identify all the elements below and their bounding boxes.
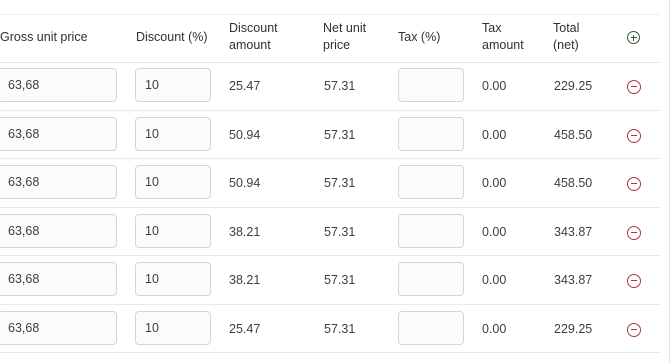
- tax-percent-input[interactable]: [398, 310, 464, 345]
- tax-amount-value: 0.00: [482, 79, 507, 93]
- header-discount-amount: Discount amount: [229, 20, 278, 54]
- gross-unit-price-input[interactable]: [0, 310, 117, 345]
- net-unit-price-value: 57.31: [324, 79, 356, 93]
- net-unit-price-value: 57.31: [324, 273, 356, 287]
- tax-amount-value: 0.00: [482, 224, 507, 239]
- header-tax-amount: Tax amount: [482, 20, 524, 54]
- discount-amount-value: 50.94: [229, 127, 261, 142]
- gross-unit-price-input[interactable]: [0, 116, 117, 151]
- discount-percent-input[interactable]: [135, 310, 211, 345]
- tax-amount-value: 0.00: [482, 127, 507, 142]
- header-discount-amount-line2: amount: [229, 38, 271, 52]
- gross-unit-price-input[interactable]: [0, 213, 117, 248]
- header-tax-amount-line1: Tax: [482, 21, 502, 35]
- line-items-table: Gross unit price Discount (%) Discount a…: [0, 0, 670, 363]
- net-unit-price-value: 57.31: [324, 176, 356, 190]
- table-row: 50.94 57.31 0.00 458.50: [0, 111, 660, 159]
- table-row: 38.21 57.31 0.00 343.87: [0, 256, 660, 305]
- gross-unit-price-input[interactable]: [0, 262, 117, 296]
- tax-percent-input[interactable]: [398, 68, 464, 102]
- tax-amount-value: 0.00: [482, 273, 507, 287]
- add-circle-icon[interactable]: [627, 31, 640, 44]
- remove-circle-icon[interactable]: [627, 80, 641, 94]
- total-net-value: 458.50: [554, 176, 593, 190]
- header-gross-unit-price: Gross unit price: [0, 30, 88, 44]
- net-unit-price-value: 57.31: [324, 224, 356, 239]
- header-net-unit-price: Net unit price: [323, 20, 366, 54]
- discount-amount-value: 38.21: [229, 273, 261, 287]
- header-discount-percent: Discount (%): [136, 30, 208, 44]
- header-total-net: Total (net): [553, 20, 579, 54]
- remove-circle-icon[interactable]: [627, 177, 641, 191]
- discount-percent-input[interactable]: [135, 165, 211, 199]
- remove-circle-icon[interactable]: [627, 128, 641, 143]
- table-row: 25.47 57.31 0.00 229.25: [0, 305, 660, 353]
- net-unit-price-value: 57.31: [324, 321, 356, 336]
- gross-unit-price-input[interactable]: [0, 165, 117, 199]
- header-net-unit-price-line1: Net unit: [323, 21, 367, 35]
- header-tax-percent: Tax (%): [398, 30, 441, 44]
- header-discount-amount-line1: Discount: [229, 21, 278, 35]
- total-net-value: 229.25: [554, 321, 593, 336]
- table-row: 38.21 57.31 0.00 343.87: [0, 208, 660, 256]
- table-header: Gross unit price Discount (%) Discount a…: [0, 15, 660, 63]
- tax-amount-value: 0.00: [482, 321, 507, 336]
- tax-percent-input[interactable]: [398, 262, 464, 296]
- total-net-value: 458.50: [554, 127, 593, 142]
- tax-percent-input[interactable]: [398, 165, 464, 199]
- discount-percent-input[interactable]: [135, 116, 211, 151]
- header-net-unit-price-line2: price: [323, 38, 351, 52]
- discount-percent-input[interactable]: [135, 262, 211, 296]
- total-net-value: 229.25: [554, 79, 593, 93]
- remove-circle-icon[interactable]: [627, 225, 641, 240]
- discount-amount-value: 50.94: [229, 176, 261, 190]
- tax-amount-value: 0.00: [482, 176, 507, 190]
- remove-circle-icon[interactable]: [627, 274, 641, 288]
- header-total-net-line2: (net): [553, 38, 579, 52]
- total-net-value: 343.87: [554, 273, 593, 287]
- table-body: 25.47 57.31 0.00 229.25 50.94 57.31 0.00…: [0, 62, 660, 353]
- discount-amount-value: 25.47: [229, 321, 261, 336]
- tax-percent-input[interactable]: [398, 116, 464, 151]
- header-total-net-line1: Total: [553, 21, 580, 35]
- discount-percent-input[interactable]: [135, 68, 211, 102]
- table-row: 50.94 57.31 0.00 458.50: [0, 159, 660, 208]
- net-unit-price-value: 57.31: [324, 127, 356, 142]
- discount-amount-value: 25.47: [229, 79, 261, 93]
- discount-percent-input[interactable]: [135, 213, 211, 248]
- remove-circle-icon[interactable]: [627, 322, 641, 337]
- header-tax-amount-line2: amount: [482, 38, 524, 52]
- discount-amount-value: 38.21: [229, 224, 261, 239]
- tax-percent-input[interactable]: [398, 213, 464, 248]
- total-net-value: 343.87: [554, 224, 593, 239]
- gross-unit-price-input[interactable]: [0, 68, 117, 102]
- table-row: 25.47 57.31 0.00 229.25: [0, 62, 660, 111]
